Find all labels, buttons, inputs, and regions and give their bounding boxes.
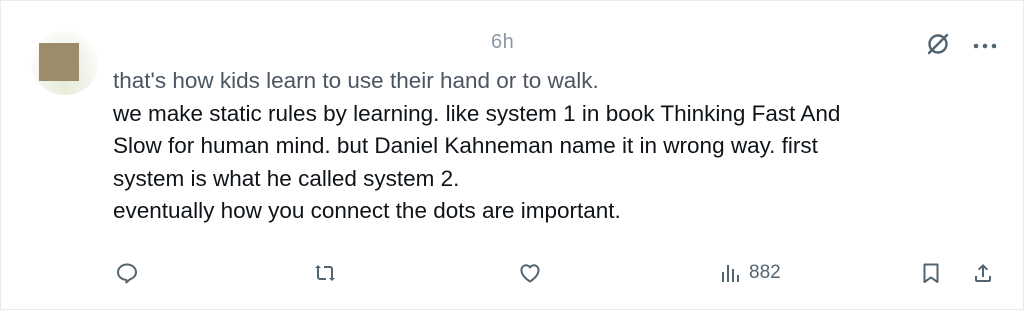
post-card[interactable]: 6h that's how kids learn to use their ha… xyxy=(0,0,1024,310)
post-text-line: that's how kids learn to use their hand … xyxy=(113,68,599,93)
action-bar: 882 xyxy=(1,253,1023,293)
more-dots-icon[interactable] xyxy=(971,39,999,49)
reply-icon xyxy=(117,263,137,284)
repost-icon xyxy=(315,265,335,281)
post-text: that's how kids learn to use their hand … xyxy=(113,65,983,228)
post-text-line: Slow for human mind. but Daniel Kahneman… xyxy=(113,133,818,158)
like-button[interactable] xyxy=(518,259,542,287)
views-button[interactable]: 882 xyxy=(719,259,781,287)
post-timestamp[interactable]: 6h xyxy=(491,31,514,54)
views-icon xyxy=(722,265,739,282)
reply-button[interactable] xyxy=(115,259,139,287)
post-text-line: system is what he called system 2. xyxy=(113,165,460,191)
bookmark-button[interactable] xyxy=(919,259,943,287)
post-header: 6h xyxy=(113,29,1003,59)
share-button[interactable] xyxy=(971,259,995,287)
grok-slash-icon[interactable] xyxy=(925,31,951,57)
repost-button[interactable] xyxy=(313,259,337,287)
like-icon xyxy=(520,264,540,283)
avatar-image xyxy=(39,43,79,81)
bookmark-icon xyxy=(923,263,939,283)
post-text-line: eventually how you connect the dots are … xyxy=(113,198,621,223)
views-count: 882 xyxy=(749,262,781,283)
avatar[interactable] xyxy=(31,31,99,95)
post-text-line: we make static rules by learning. like s… xyxy=(113,100,841,126)
share-icon xyxy=(975,264,991,282)
